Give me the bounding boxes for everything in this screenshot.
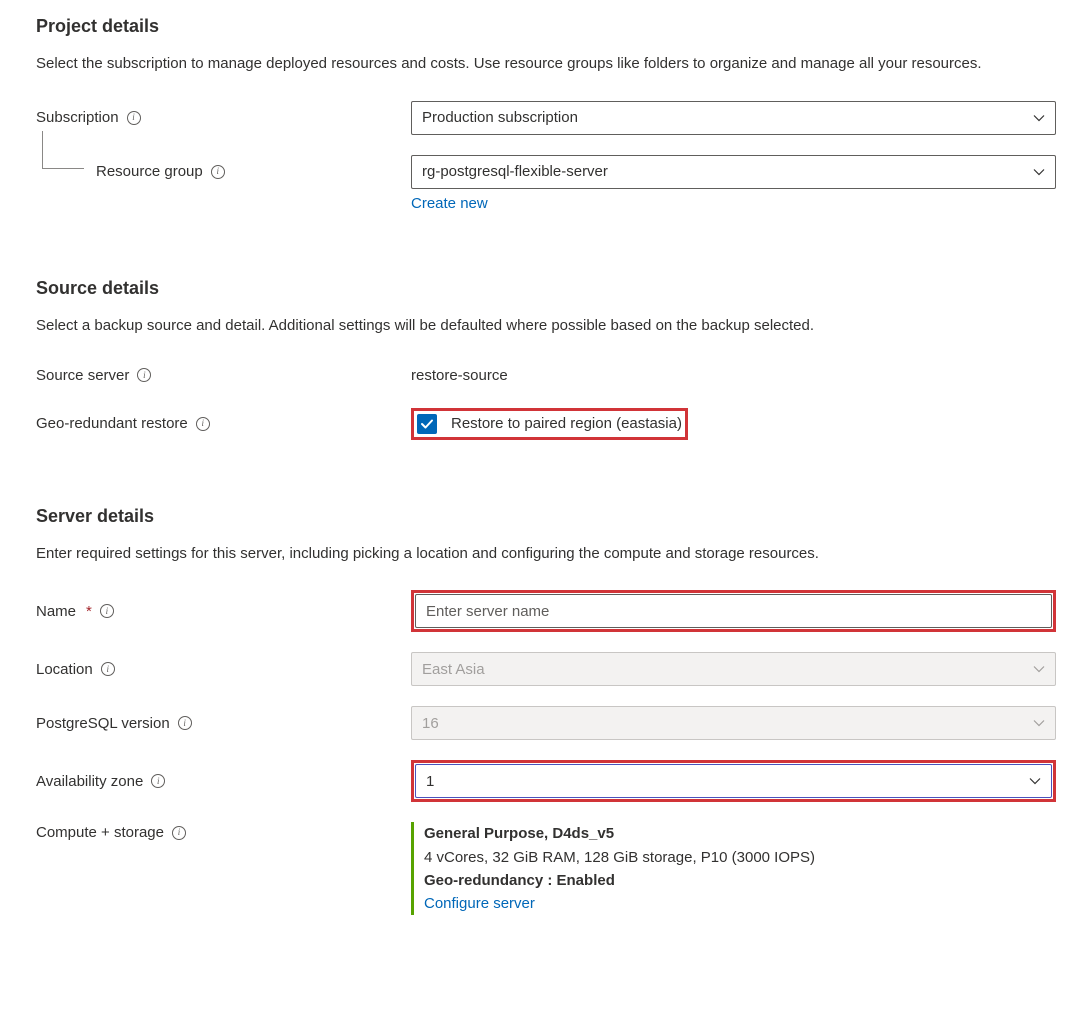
server-name-input[interactable]	[415, 594, 1052, 628]
resource-group-label: Resource group	[96, 163, 203, 180]
postgresql-version-dropdown: 16	[411, 706, 1056, 740]
project-details-heading: Project details	[36, 16, 1056, 37]
postgresql-version-label: PostgreSQL version	[36, 715, 170, 732]
project-details-desc: Select the subscription to manage deploy…	[36, 53, 1056, 75]
compute-detail: 4 vCores, 32 GiB RAM, 128 GiB storage, P…	[424, 846, 1056, 869]
info-icon[interactable]: i	[100, 604, 114, 618]
resource-group-value: rg-postgresql-flexible-server	[422, 163, 608, 180]
chevron-down-icon	[1033, 112, 1045, 124]
info-icon[interactable]: i	[211, 165, 225, 179]
info-icon[interactable]: i	[196, 417, 210, 431]
compute-storage-label: Compute + storage	[36, 824, 164, 841]
compute-storage-card: General Purpose, D4ds_v5 4 vCores, 32 Gi…	[411, 822, 1056, 915]
chevron-down-icon	[1033, 663, 1045, 675]
geo-redundant-restore-label: Geo-redundant restore	[36, 415, 188, 432]
location-label: Location	[36, 661, 93, 678]
location-value: East Asia	[422, 661, 485, 678]
server-name-label: Name	[36, 603, 76, 620]
chevron-down-icon	[1033, 717, 1045, 729]
postgresql-version-value: 16	[422, 715, 439, 732]
create-new-link[interactable]: Create new	[411, 195, 488, 212]
chevron-down-icon	[1029, 775, 1041, 787]
source-server-label: Source server	[36, 367, 129, 384]
info-icon[interactable]: i	[137, 368, 151, 382]
compute-tier: General Purpose, D4ds_v5	[424, 822, 1056, 845]
subscription-label: Subscription	[36, 109, 119, 126]
availability-zone-dropdown[interactable]: 1	[415, 764, 1052, 798]
location-dropdown: East Asia	[411, 652, 1056, 686]
info-icon[interactable]: i	[151, 774, 165, 788]
required-asterisk: *	[86, 603, 92, 620]
geo-restore-checkbox[interactable]	[417, 414, 437, 434]
info-icon[interactable]: i	[127, 111, 141, 125]
source-server-value: restore-source	[411, 363, 1056, 388]
subscription-value: Production subscription	[422, 109, 578, 126]
geo-restore-checkbox-label: Restore to paired region (eastasia)	[451, 415, 682, 432]
server-details-heading: Server details	[36, 506, 1056, 527]
server-details-desc: Enter required settings for this server,…	[36, 543, 1056, 565]
resource-group-dropdown[interactable]: rg-postgresql-flexible-server	[411, 155, 1056, 189]
source-details-heading: Source details	[36, 278, 1056, 299]
configure-server-link[interactable]: Configure server	[424, 895, 535, 912]
check-icon	[420, 417, 434, 431]
info-icon[interactable]: i	[101, 662, 115, 676]
info-icon[interactable]: i	[178, 716, 192, 730]
tree-connector	[42, 131, 84, 169]
source-details-desc: Select a backup source and detail. Addit…	[36, 315, 1056, 337]
compute-geo-redundancy: Geo-redundancy : Enabled	[424, 869, 1056, 892]
chevron-down-icon	[1033, 166, 1045, 178]
subscription-dropdown[interactable]: Production subscription	[411, 101, 1056, 135]
availability-zone-label: Availability zone	[36, 773, 143, 790]
availability-zone-value: 1	[426, 773, 434, 790]
info-icon[interactable]: i	[172, 826, 186, 840]
